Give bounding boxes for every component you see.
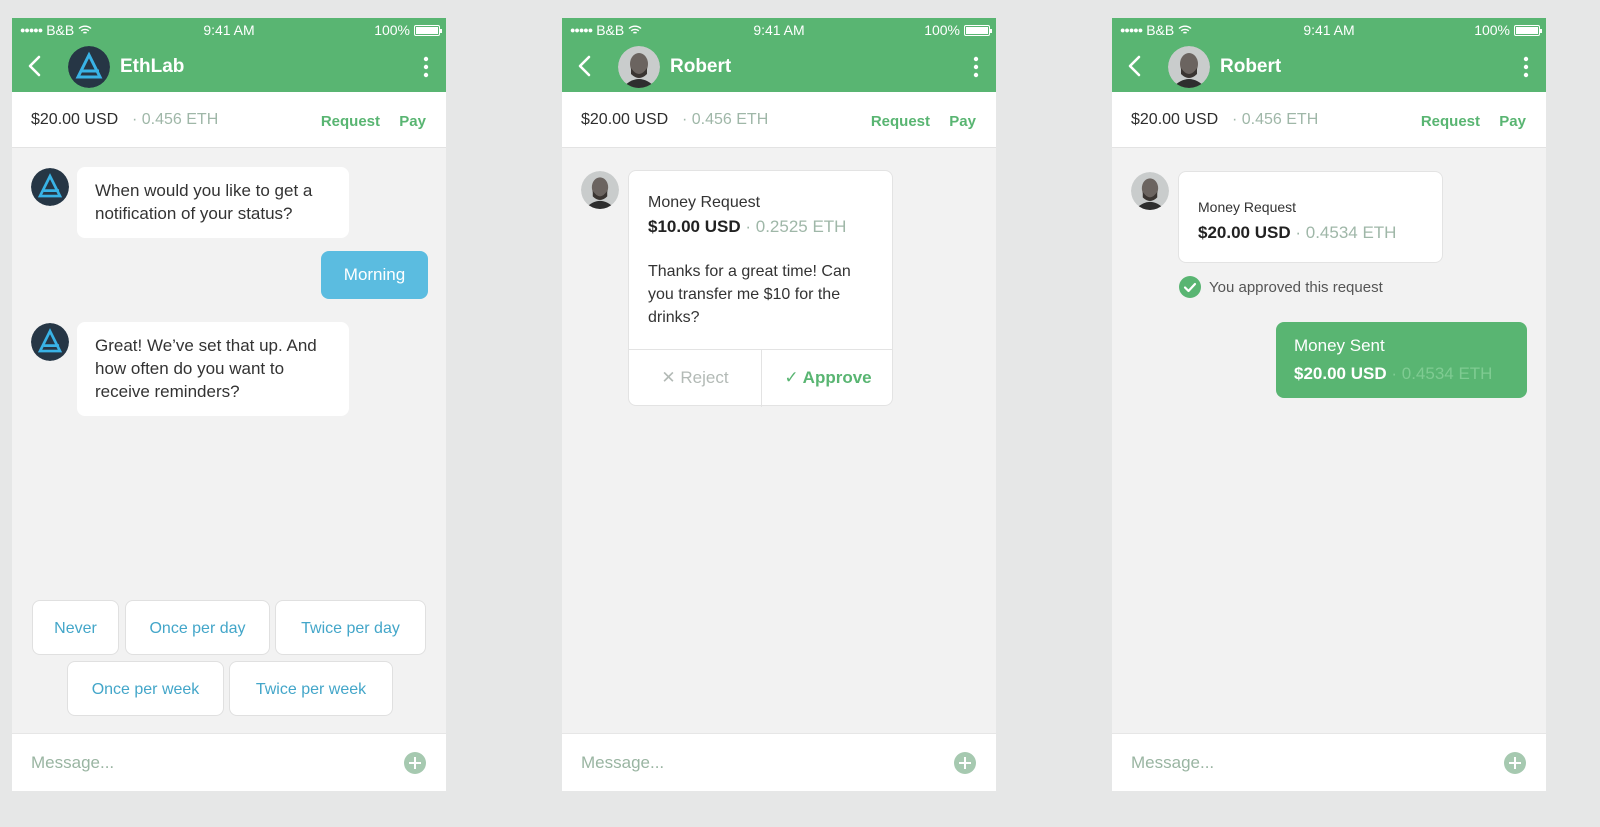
quick-reply-once-per-day[interactable]: Once per day — [125, 600, 270, 655]
approval-status: You approved this request — [1179, 276, 1383, 298]
balance-bar: $20.00 USD · 0.456 ETH Request Pay — [1112, 92, 1546, 148]
ethlab-avatar — [31, 323, 69, 361]
approval-text: You approved this request — [1209, 278, 1383, 296]
robert-avatar[interactable] — [1168, 46, 1210, 88]
message-composer[interactable]: Message... — [562, 733, 996, 791]
balance-bar: $20.00 USD · 0.456 ETH Request Pay — [562, 92, 996, 148]
ethlab-logo-avatar[interactable] — [68, 46, 110, 88]
screen-robert-request: ●●●●● B&B 9:41 AM 100% Robert $20.00 USD … — [562, 18, 996, 791]
message-input[interactable]: Message... — [31, 753, 114, 773]
message-text: Morning — [343, 265, 406, 284]
balance-usd: $20.00 USD — [1131, 111, 1219, 128]
message-input[interactable]: Message... — [1131, 753, 1214, 773]
robert-avatar[interactable] — [618, 46, 660, 88]
battery-percent: 100% — [1474, 22, 1510, 38]
money-request-card: Money Request $20.00 USD · 0.4534 ETH — [1178, 171, 1443, 263]
incoming-message: When would you like to get a notificatio… — [77, 167, 349, 238]
status-bar: ●●●●● B&B 9:41 AM 100% — [562, 18, 996, 42]
battery-icon — [964, 24, 992, 36]
quick-reply-twice-per-week[interactable]: Twice per week — [229, 661, 393, 716]
battery-percent: 100% — [924, 22, 960, 38]
nav-bar: Robert — [1112, 42, 1546, 92]
ethlab-avatar — [31, 168, 69, 206]
add-icon[interactable] — [404, 752, 426, 774]
quick-reply-once-per-week[interactable]: Once per week — [67, 661, 224, 716]
balance-bar: $20.00 USD · 0.456 ETH Request Pay — [12, 92, 446, 148]
request-eth: · 0.2525 ETH — [745, 217, 847, 236]
balance-eth: · 0.456 ETH — [1232, 111, 1319, 128]
back-icon[interactable] — [1124, 54, 1148, 78]
request-note: Thanks for a great time! Can you transfe… — [648, 263, 851, 326]
contact-name: Robert — [1220, 56, 1282, 77]
outgoing-message: Morning — [321, 251, 428, 299]
reject-button[interactable]: ✕ Reject — [629, 349, 761, 407]
pay-button[interactable]: Pay — [949, 113, 976, 130]
add-icon[interactable] — [1504, 752, 1526, 774]
back-icon[interactable] — [574, 54, 598, 78]
message-text: Great! We’ve set that up. And how often … — [95, 336, 317, 401]
request-title: Money Request — [648, 194, 761, 211]
back-icon[interactable] — [24, 54, 48, 78]
request-button[interactable]: Request — [321, 113, 380, 130]
request-usd: $10.00 USD — [648, 217, 741, 236]
more-options-icon[interactable] — [966, 54, 986, 80]
battery-percent: 100% — [374, 22, 410, 38]
sent-title: Money Sent — [1294, 336, 1385, 355]
nav-bar: Robert — [562, 42, 996, 92]
quick-reply-never[interactable]: Never — [32, 600, 119, 655]
balance-eth: · 0.456 ETH — [132, 111, 219, 128]
more-options-icon[interactable] — [1516, 54, 1536, 80]
contact-name: EthLab — [120, 56, 185, 77]
battery-icon — [414, 24, 442, 36]
incoming-message: Great! We’ve set that up. And how often … — [77, 322, 349, 416]
request-usd: $20.00 USD — [1198, 223, 1291, 242]
check-circle-icon — [1179, 276, 1201, 298]
pay-button[interactable]: Pay — [399, 113, 426, 130]
status-bar: ●●●●● B&B 9:41 AM 100% — [1112, 18, 1546, 42]
balance-eth: · 0.456 ETH — [682, 111, 769, 128]
quick-reply-twice-per-day[interactable]: Twice per day — [275, 600, 426, 655]
screen-robert-sent: ●●●●● B&B 9:41 AM 100% Robert $20.00 USD … — [1112, 18, 1546, 791]
message-composer[interactable]: Message... — [12, 733, 446, 791]
add-icon[interactable] — [954, 752, 976, 774]
request-button[interactable]: Request — [1421, 113, 1480, 130]
more-options-icon[interactable] — [416, 54, 436, 80]
status-bar: ●●●●● B&B 9:41 AM 100% — [12, 18, 446, 42]
robert-avatar — [581, 171, 619, 209]
money-sent-card: Money Sent $20.00 USD · 0.4534 ETH — [1276, 322, 1527, 398]
money-request-card: Money Request $10.00 USD · 0.2525 ETH Th… — [628, 170, 894, 407]
approve-button[interactable]: ✓ Approve — [762, 349, 894, 407]
pay-button[interactable]: Pay — [1499, 113, 1526, 130]
balance-usd: $20.00 USD — [31, 111, 119, 128]
message-input[interactable]: Message... — [581, 753, 664, 773]
message-composer[interactable]: Message... — [1112, 733, 1546, 791]
nav-bar: EthLab — [12, 42, 446, 92]
battery-icon — [1514, 24, 1542, 36]
request-button[interactable]: Request — [871, 113, 930, 130]
sent-eth: · 0.4534 ETH — [1391, 364, 1493, 383]
request-title: Money Request — [1198, 199, 1297, 215]
contact-name: Robert — [670, 56, 732, 77]
robert-avatar — [1131, 172, 1169, 210]
balance-usd: $20.00 USD — [581, 111, 669, 128]
request-eth: · 0.4534 ETH — [1295, 223, 1397, 242]
screen-ethlab-chat: ●●●●● B&B 9:41 AM 100% EthLab $20.00 USD … — [12, 18, 446, 791]
message-text: When would you like to get a notificatio… — [95, 181, 313, 223]
sent-usd: $20.00 USD — [1294, 364, 1387, 383]
